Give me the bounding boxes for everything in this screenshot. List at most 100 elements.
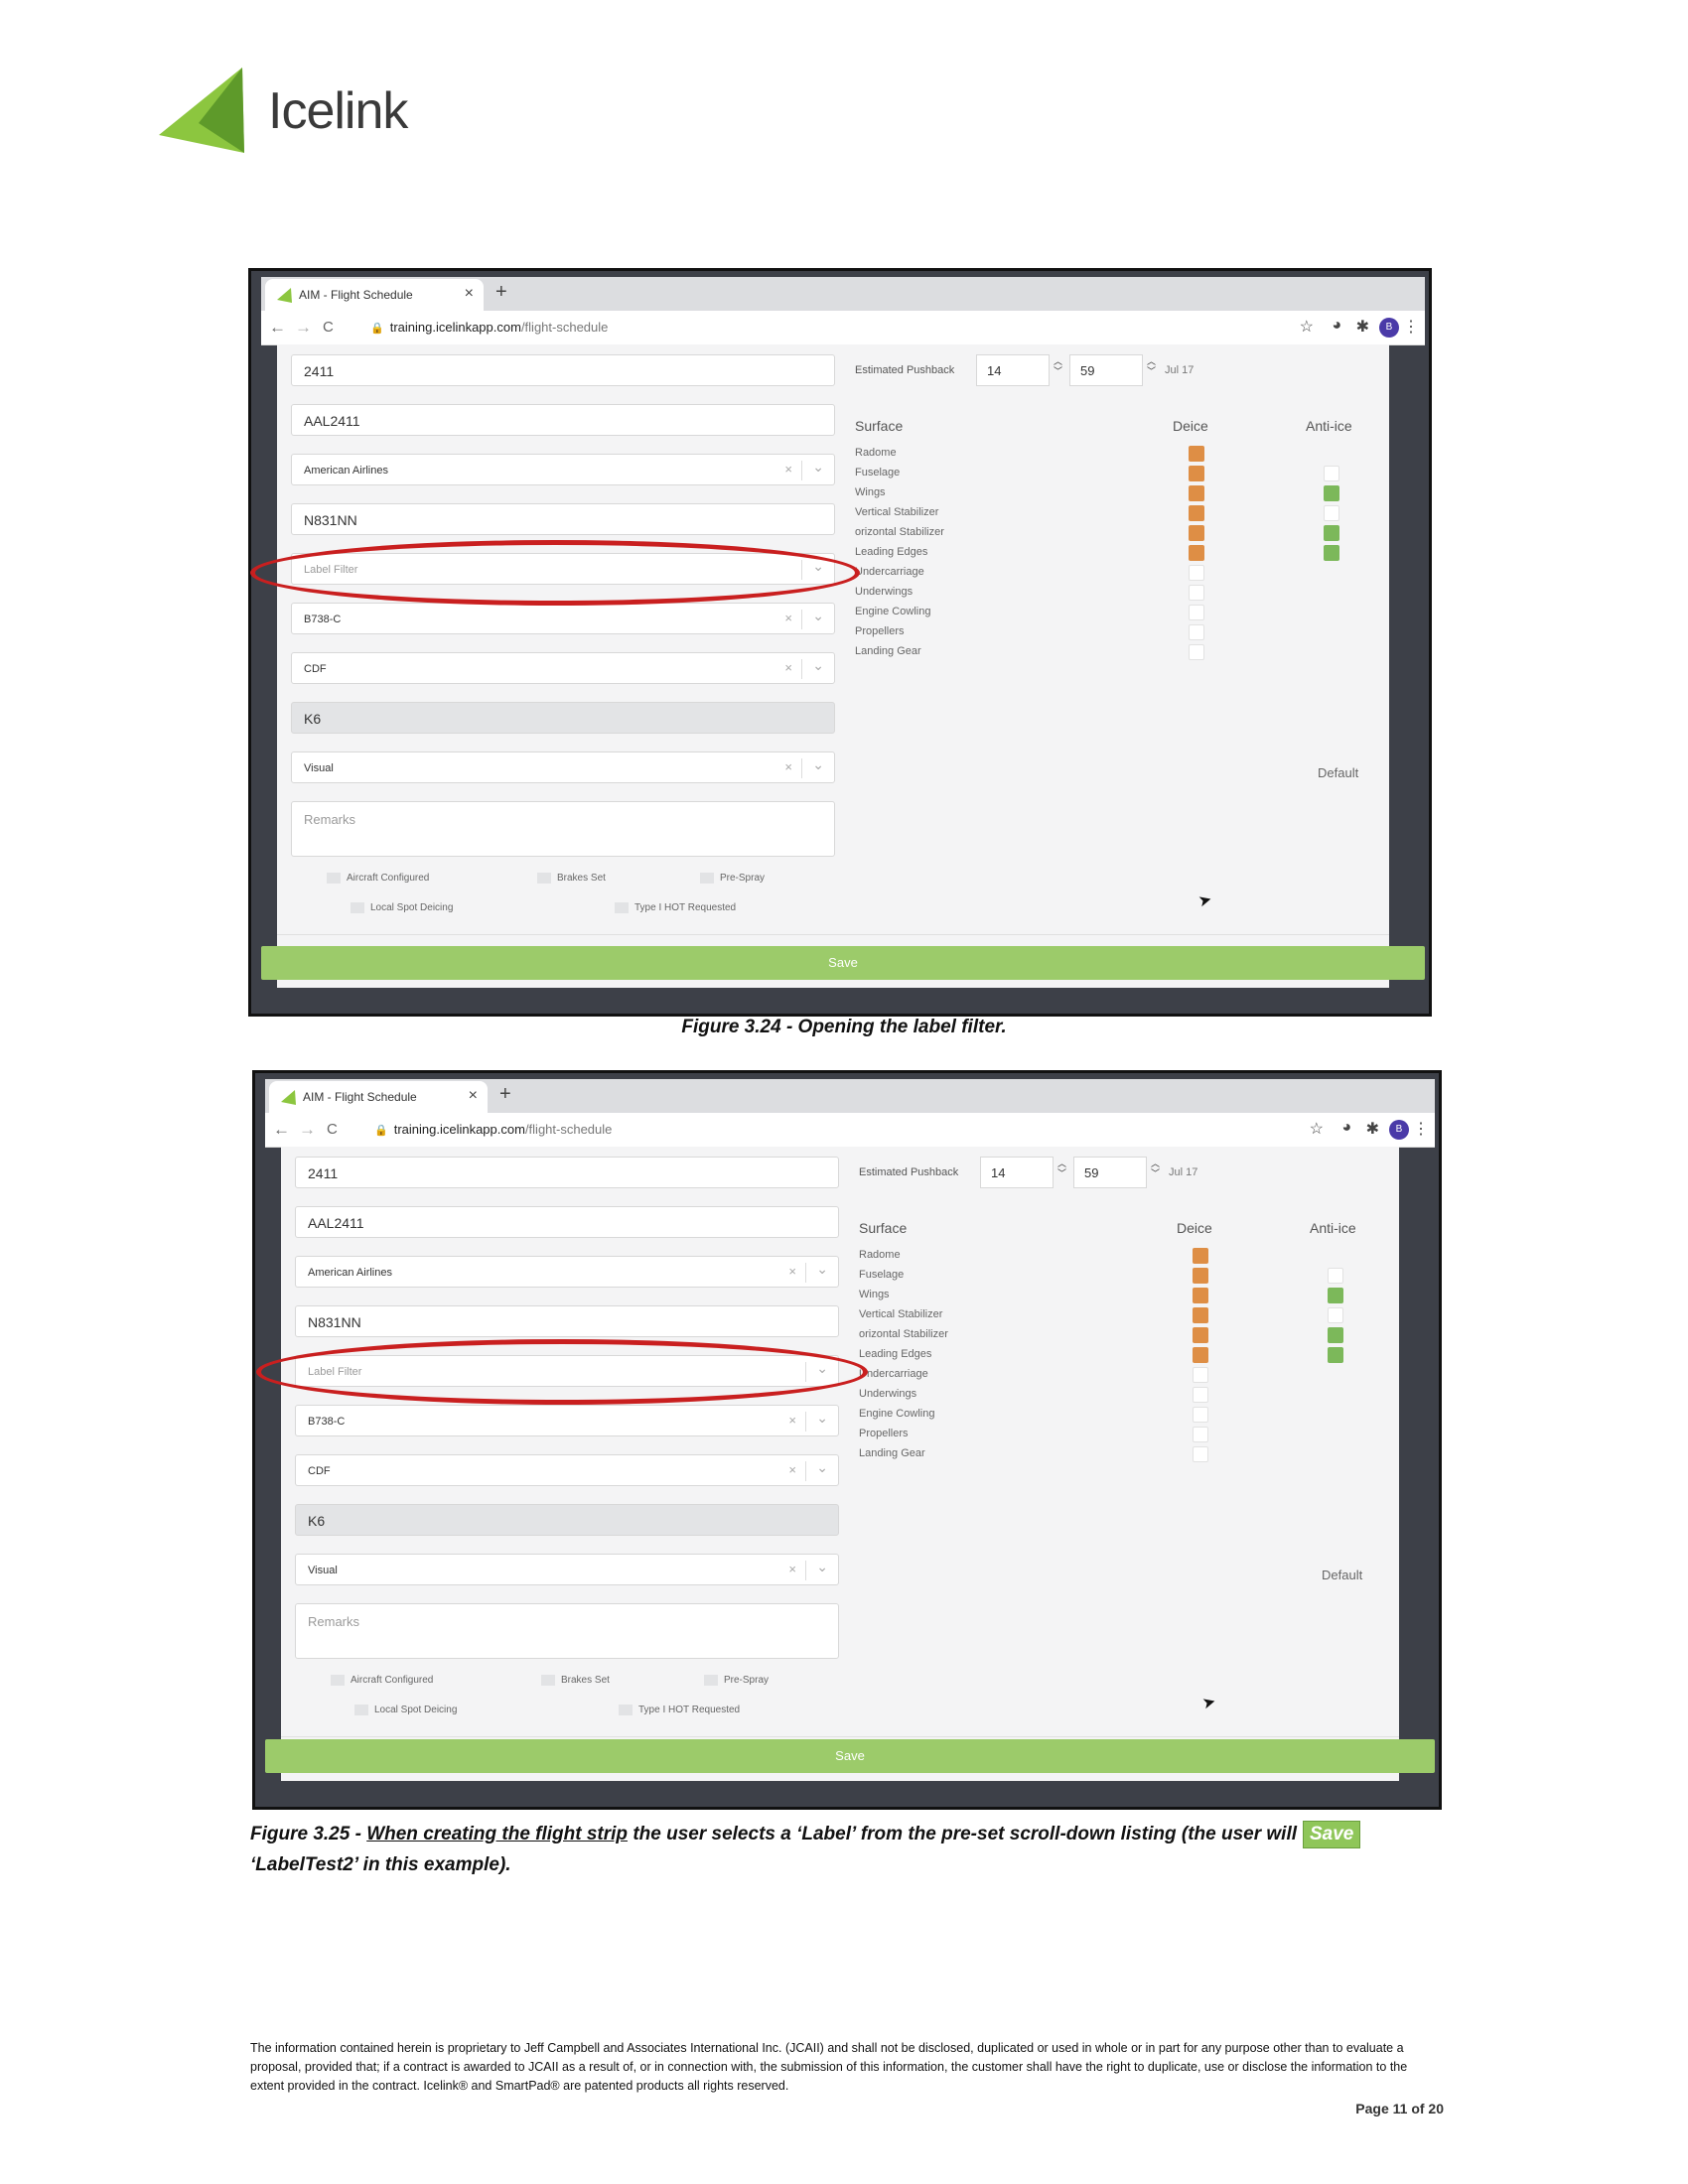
deice-toggle[interactable] (1189, 565, 1204, 581)
type-hot-requested-checkbox[interactable]: Type I HOT Requested (615, 902, 736, 913)
aircraft-configured-checkbox[interactable]: Aircraft Configured (327, 873, 429, 884)
deice-toggle[interactable] (1189, 525, 1204, 541)
pushback-minute-input[interactable]: 59 (1073, 1157, 1147, 1188)
url-field[interactable]: 🔒 training.icelinkapp.com/flight-schedule (370, 320, 608, 335)
clear-icon[interactable]: × (788, 1562, 796, 1576)
deice-toggle[interactable] (1193, 1387, 1208, 1403)
back-icon[interactable]: ← (273, 1120, 290, 1140)
tail-number-input[interactable]: N831NN (291, 503, 835, 535)
pre-spray-checkbox[interactable]: Pre-Spray (700, 873, 765, 884)
deice-toggle[interactable] (1193, 1248, 1208, 1264)
antiice-toggle[interactable] (1328, 1288, 1343, 1303)
station-select[interactable]: CDF × ⌄ (295, 1454, 839, 1486)
star-icon[interactable]: ☆ (1300, 317, 1314, 337)
profile-avatar[interactable]: B (1379, 318, 1399, 338)
pre-spray-checkbox[interactable]: Pre-Spray (704, 1675, 769, 1686)
deice-toggle[interactable] (1189, 624, 1204, 640)
brakes-set-checkbox[interactable]: Brakes Set (537, 873, 606, 884)
antiice-toggle[interactable] (1328, 1307, 1343, 1323)
profile-avatar[interactable]: B (1389, 1120, 1409, 1140)
antiice-toggle[interactable] (1328, 1268, 1343, 1284)
star-icon[interactable]: ☆ (1310, 1119, 1324, 1139)
airline-select[interactable]: American Airlines × ⌄ (291, 454, 835, 485)
flight-number-input[interactable]: 2411 (295, 1157, 839, 1188)
deice-toggle[interactable] (1193, 1307, 1208, 1323)
deice-toggle[interactable] (1189, 485, 1204, 501)
antiice-toggle[interactable] (1324, 505, 1339, 521)
remarks-textarea[interactable]: Remarks (291, 801, 835, 857)
flight-number-input[interactable]: 2411 (291, 354, 835, 386)
chevron-down-icon[interactable]: ⌄ (816, 1459, 828, 1476)
deice-toggle[interactable] (1193, 1327, 1208, 1343)
antiice-toggle[interactable] (1324, 525, 1339, 541)
inspection-select[interactable]: Visual × ⌄ (291, 751, 835, 783)
airline-select[interactable]: American Airlines × ⌄ (295, 1256, 839, 1288)
local-spot-deicing-checkbox[interactable]: Local Spot Deicing (354, 1705, 457, 1715)
antiice-toggle[interactable] (1324, 545, 1339, 561)
chevron-down-icon[interactable]: ⌄ (812, 657, 824, 674)
inspection-select[interactable]: Visual × ⌄ (295, 1554, 839, 1585)
extension-circle-icon[interactable]: ◕ (1341, 1119, 1351, 1137)
extension-circle-icon[interactable]: ◕ (1332, 317, 1341, 335)
puzzle-icon[interactable]: ✱ (1366, 1119, 1379, 1139)
deice-toggle[interactable] (1193, 1446, 1208, 1462)
deice-toggle[interactable] (1189, 605, 1204, 620)
brakes-set-checkbox[interactable]: Brakes Set (541, 1675, 610, 1686)
hour-stepper-icon[interactable]: ︿ ﹀ (1057, 1159, 1066, 1178)
puzzle-icon[interactable]: ✱ (1356, 317, 1369, 337)
deice-toggle[interactable] (1189, 505, 1204, 521)
type-hot-requested-checkbox[interactable]: Type I HOT Requested (619, 1705, 740, 1715)
clear-icon[interactable]: × (784, 611, 792, 625)
new-tab-icon[interactable]: + (495, 281, 507, 304)
deice-toggle[interactable] (1189, 644, 1204, 660)
call-sign-input[interactable]: AAL2411 (291, 404, 835, 436)
antiice-toggle[interactable] (1328, 1347, 1343, 1363)
menu-kebab-icon[interactable]: ⋮ (1413, 1119, 1429, 1139)
deice-toggle[interactable] (1193, 1407, 1208, 1423)
deice-toggle[interactable] (1193, 1367, 1208, 1383)
menu-kebab-icon[interactable]: ⋮ (1403, 317, 1419, 337)
deice-toggle[interactable] (1193, 1288, 1208, 1303)
reload-icon[interactable]: C (323, 319, 334, 336)
antiice-toggle[interactable] (1324, 485, 1339, 501)
save-button[interactable]: Save (261, 946, 1425, 980)
deice-toggle[interactable] (1189, 585, 1204, 601)
deice-toggle[interactable] (1193, 1347, 1208, 1363)
remarks-textarea[interactable]: Remarks (295, 1603, 839, 1659)
clear-icon[interactable]: × (788, 1264, 796, 1279)
minute-stepper-icon[interactable]: ︿ ﹀ (1147, 356, 1156, 376)
local-spot-deicing-checkbox[interactable]: Local Spot Deicing (351, 902, 453, 913)
clear-icon[interactable]: × (784, 660, 792, 675)
pushback-hour-input[interactable]: 14 (976, 354, 1050, 386)
antiice-toggle[interactable] (1324, 466, 1339, 481)
clear-icon[interactable]: × (784, 759, 792, 774)
save-button[interactable]: Save (265, 1739, 1435, 1773)
pushback-hour-input[interactable]: 14 (980, 1157, 1054, 1188)
aircraft-type-select[interactable]: B738-C × ⌄ (291, 603, 835, 634)
chevron-down-icon[interactable]: ⌄ (812, 608, 824, 624)
deice-toggle[interactable] (1189, 466, 1204, 481)
forward-icon[interactable]: → (299, 1120, 316, 1140)
chevron-down-icon[interactable]: ⌄ (812, 459, 824, 476)
deice-toggle[interactable] (1193, 1268, 1208, 1284)
chevron-down-icon[interactable]: ⌄ (812, 756, 824, 773)
forward-icon[interactable]: → (295, 318, 312, 338)
station-select[interactable]: CDF × ⌄ (291, 652, 835, 684)
clear-icon[interactable]: × (788, 1413, 796, 1428)
clear-icon[interactable]: × (788, 1462, 796, 1477)
call-sign-input[interactable]: AAL2411 (295, 1206, 839, 1238)
back-icon[interactable]: ← (269, 318, 286, 338)
clear-icon[interactable]: × (784, 462, 792, 477)
deice-toggle[interactable] (1189, 545, 1204, 561)
reload-icon[interactable]: C (327, 1121, 338, 1138)
tab-close-icon[interactable]: × (465, 285, 474, 303)
deice-toggle[interactable] (1193, 1427, 1208, 1442)
pushback-minute-input[interactable]: 59 (1069, 354, 1143, 386)
tail-number-input[interactable]: N831NN (295, 1305, 839, 1337)
deice-toggle[interactable] (1189, 446, 1204, 462)
chevron-down-icon[interactable]: ⌄ (816, 1559, 828, 1575)
antiice-toggle[interactable] (1328, 1327, 1343, 1343)
aircraft-type-select[interactable]: B738-C × ⌄ (295, 1405, 839, 1436)
minute-stepper-icon[interactable]: ︿ ﹀ (1151, 1159, 1160, 1178)
new-tab-icon[interactable]: + (499, 1083, 511, 1106)
